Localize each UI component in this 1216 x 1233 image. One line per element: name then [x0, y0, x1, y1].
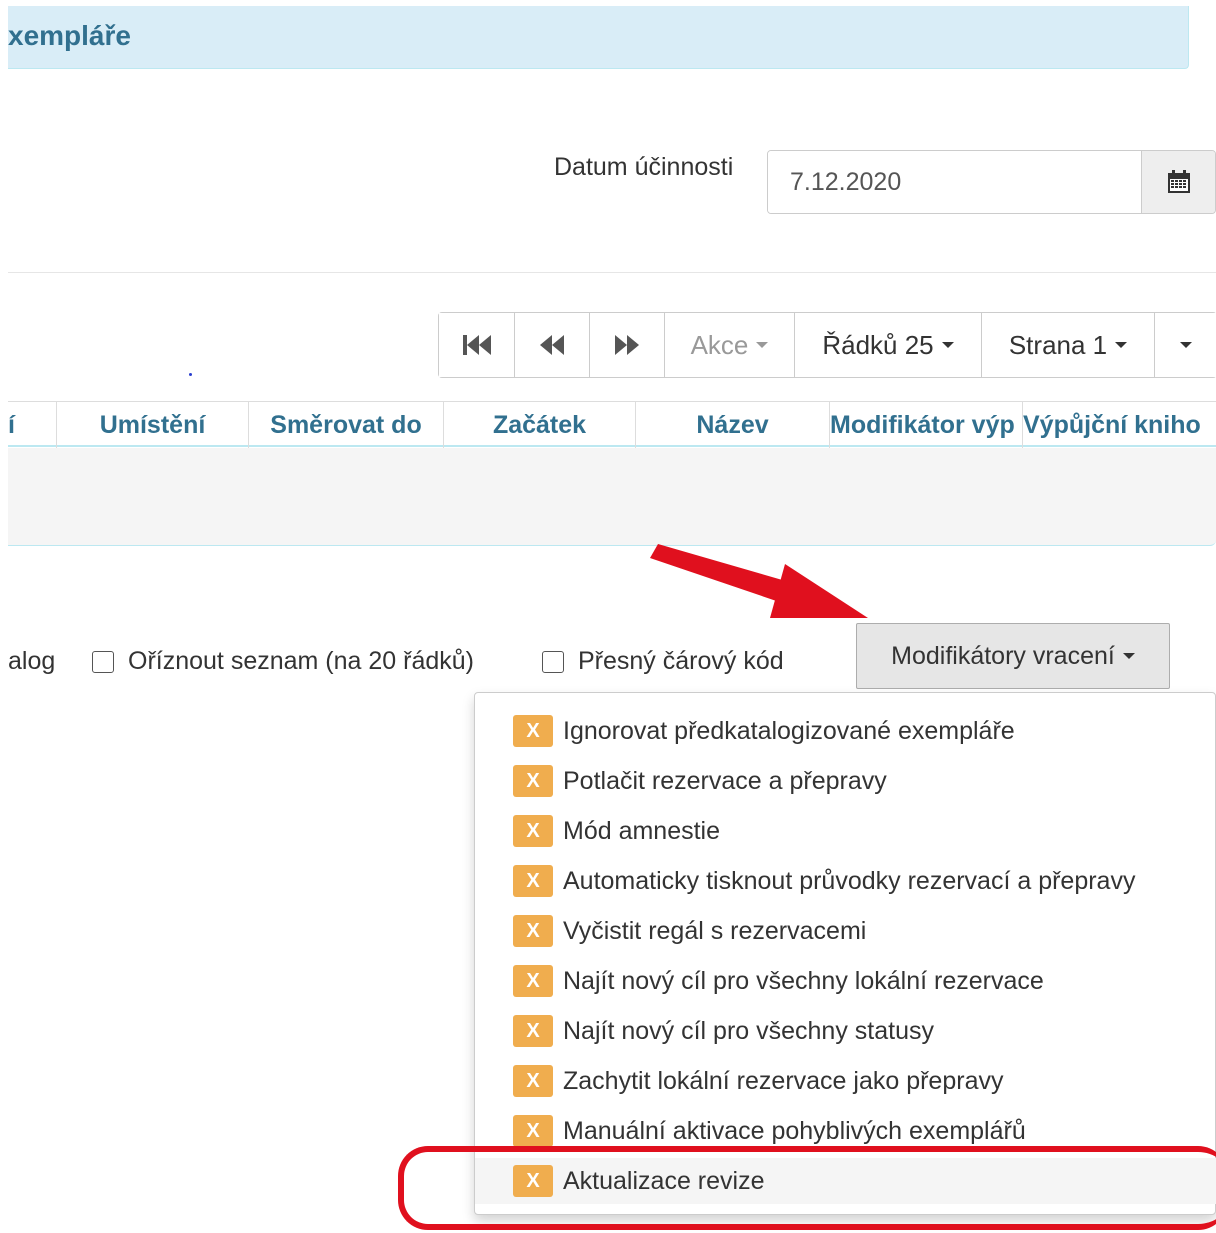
catalog-option-label: alog — [8, 647, 56, 675]
menu-item-label: Zachytit lokální rezervace jako přepravy — [563, 1066, 1004, 1095]
caret-down-icon — [941, 342, 954, 348]
stray-dot — [189, 373, 192, 376]
effective-date-label: Datum účinnosti — [554, 153, 734, 181]
panel-heading: xempláře — [8, 6, 1189, 69]
menu-item-label: Ignorovat předkatalogizované exempláře — [563, 716, 1015, 745]
exact-barcode-option[interactable]: Přesný čárový kód — [542, 647, 784, 676]
column-header[interactable]: Začátek — [443, 402, 635, 448]
toggle-off-badge: X — [513, 865, 553, 897]
toggle-off-badge: X — [513, 765, 553, 797]
column-header[interactable]: Směrovat do — [248, 402, 443, 448]
exact-barcode-checkbox[interactable] — [542, 650, 564, 673]
menu-item[interactable]: X Automaticky tisknout průvodky rezervac… — [475, 858, 1216, 904]
actions-label: Akce — [690, 329, 749, 360]
divider — [8, 272, 1216, 273]
next-page-button[interactable] — [589, 313, 664, 377]
toggle-off-badge: X — [513, 715, 553, 747]
trim-list-checkbox[interactable] — [92, 650, 114, 673]
toggle-off-badge: X — [513, 965, 553, 997]
menu-item-label: Manuální aktivace pohyblivých exemplářů — [563, 1116, 1026, 1145]
actions-dropdown[interactable]: Akce — [664, 313, 794, 377]
caret-down-icon — [1122, 653, 1135, 659]
trim-list-option[interactable]: Oříznout seznam (na 20 řádků) — [92, 647, 474, 676]
menu-item-label: Automaticky tisknout průvodky rezervací … — [563, 866, 1136, 895]
column-header[interactable]: Umístění — [56, 402, 248, 448]
toggle-off-badge: X — [513, 1065, 553, 1097]
panel-title: xempláře — [8, 20, 131, 51]
toggle-off-badge: X — [513, 1115, 553, 1147]
exact-barcode-label: Přesný čárový kód — [578, 647, 784, 675]
return-modifiers-button[interactable]: Modifikátory vracení — [856, 623, 1170, 689]
menu-item[interactable]: X Ignorovat předkatalogizované exempláře — [475, 708, 1216, 754]
annotation-highlight — [398, 1146, 1216, 1230]
table-header: í Umístění Směrovat do Začátek Název Mod… — [8, 401, 1216, 448]
toggle-off-badge: X — [513, 915, 553, 947]
first-page-button[interactable] — [439, 313, 514, 377]
caret-down-icon — [1179, 342, 1192, 348]
caret-down-icon — [756, 342, 769, 348]
table-toolbar: Akce Řádků 25 Strana 1 — [438, 312, 1216, 378]
menu-item-label: Najít nový cíl pro všechny lokální rezer… — [563, 966, 1044, 995]
menu-item-label: Vyčistit regál s rezervacemi — [563, 916, 867, 945]
catalog-option[interactable]: alog — [8, 647, 55, 676]
menu-item[interactable]: X Vyčistit regál s rezervacemi — [475, 908, 1216, 954]
toggle-off-badge: X — [513, 815, 553, 847]
next-page-icon — [615, 335, 639, 355]
menu-item[interactable]: X Najít nový cíl pro všechny lokální rez… — [475, 958, 1216, 1004]
previous-page-button[interactable] — [514, 313, 589, 377]
menu-item-label: Potlačit rezervace a přepravy — [563, 766, 887, 795]
annotation-arrow — [650, 544, 868, 618]
column-header[interactable]: Modifikátor výp — [829, 402, 1022, 448]
effective-date-group — [767, 150, 1216, 214]
menu-item[interactable]: X Mód amnestie — [475, 808, 1216, 854]
menu-item-label: Najít nový cíl pro všechny statusy — [563, 1016, 934, 1045]
menu-item[interactable]: X Najít nový cíl pro všechny statusy — [475, 1008, 1216, 1054]
column-header[interactable]: Výpůjční kniho — [1022, 402, 1216, 448]
more-options-dropdown[interactable] — [1154, 313, 1216, 377]
column-header[interactable]: Název — [635, 402, 829, 448]
column-header[interactable]: í — [8, 402, 56, 448]
caret-down-icon — [1115, 342, 1128, 348]
effective-date-input[interactable] — [768, 151, 1141, 213]
page-dropdown[interactable]: Strana 1 — [981, 313, 1154, 377]
rows-per-page-label: Řádků 25 — [822, 329, 934, 360]
first-page-icon — [462, 335, 491, 355]
menu-item[interactable]: X Potlačit rezervace a přepravy — [475, 758, 1216, 804]
table-body — [8, 448, 1216, 546]
return-modifiers-menu: X Ignorovat předkatalogizované exempláře… — [474, 692, 1216, 1215]
toggle-off-badge: X — [513, 1015, 553, 1047]
trim-list-label: Oříznout seznam (na 20 řádků) — [128, 647, 474, 675]
rows-per-page-dropdown[interactable]: Řádků 25 — [794, 313, 981, 377]
menu-item[interactable]: X Zachytit lokální rezervace jako přepra… — [475, 1058, 1216, 1104]
calendar-icon — [1167, 170, 1190, 193]
calendar-button[interactable] — [1141, 151, 1215, 213]
return-modifiers-label: Modifikátory vracení — [891, 641, 1115, 670]
menu-item-label: Mód amnestie — [563, 816, 721, 845]
previous-page-icon — [540, 335, 564, 355]
page-label: Strana 1 — [1008, 329, 1108, 360]
